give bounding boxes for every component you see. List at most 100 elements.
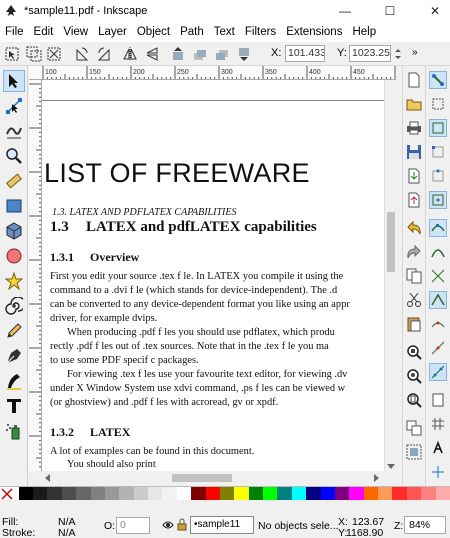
color-swatch[interactable] — [378, 487, 393, 501]
color-swatch[interactable] — [349, 487, 364, 501]
spiral-tool[interactable] — [3, 295, 25, 317]
minimize-button[interactable]: — — [330, 0, 360, 22]
subsection-1-title[interactable]: Overview — [90, 250, 139, 265]
color-swatch[interactable] — [363, 487, 379, 501]
text-tool[interactable] — [3, 395, 25, 417]
3d-box-tool[interactable] — [3, 220, 25, 242]
snap-object-centers-icon[interactable] — [429, 363, 447, 381]
cut-icon[interactable] — [405, 291, 423, 309]
maximize-button[interactable]: ☐ — [375, 0, 405, 22]
vertical-scroll-thumb[interactable] — [387, 212, 395, 272]
zoom-selection-icon[interactable] — [405, 343, 423, 361]
menu-edit[interactable]: Edit — [29, 26, 59, 38]
snap-text-baseline-icon[interactable] — [429, 439, 447, 457]
color-swatch[interactable] — [277, 487, 292, 501]
node-tool[interactable] — [3, 95, 25, 117]
print-icon[interactable] — [405, 119, 423, 137]
save-icon[interactable] — [405, 143, 423, 161]
ellipse-tool[interactable] — [3, 245, 25, 267]
subsection-1-number[interactable]: 1.3.1 — [50, 250, 74, 265]
menu-path[interactable]: Path — [175, 26, 209, 38]
color-swatch[interactable] — [320, 487, 335, 501]
new-document-icon[interactable] — [405, 71, 423, 89]
horizontal-ruler[interactable]: 100 150 200 250 300 350 400 450 — [29, 66, 396, 80]
paste-icon[interactable] — [405, 315, 423, 333]
snap-line-midpoints-icon[interactable] — [429, 339, 447, 357]
overflow-chevron-icon[interactable]: » — [412, 47, 418, 58]
snap-cusp-nodes-icon[interactable] — [429, 291, 447, 309]
color-swatch[interactable] — [47, 487, 62, 501]
paragraph-line[interactable]: rectly .pdf f les out of .tex sources. N… — [50, 341, 329, 352]
color-swatch[interactable] — [306, 487, 321, 501]
flip-vertical-icon[interactable] — [144, 46, 160, 62]
snap-midpoints-icon[interactable] — [429, 167, 447, 185]
paragraph-line[interactable]: For viewing .tex f les use your favourit… — [67, 369, 347, 380]
menu-layer[interactable]: Layer — [93, 26, 132, 38]
selector-tool[interactable] — [3, 70, 25, 92]
snap-intersections-icon[interactable] — [429, 267, 447, 285]
vertical-scrollbar[interactable] — [384, 80, 396, 471]
color-swatch[interactable] — [219, 487, 235, 501]
color-swatch[interactable] — [90, 487, 105, 501]
color-swatch[interactable] — [18, 487, 34, 501]
menu-view[interactable]: View — [58, 26, 93, 38]
color-swatch[interactable] — [104, 487, 120, 501]
zoom-page-icon[interactable] — [405, 391, 423, 409]
snap-bbox-corners-icon[interactable] — [429, 143, 447, 161]
zoom-input[interactable]: 84% — [404, 516, 446, 534]
color-swatch[interactable] — [76, 487, 91, 501]
stroke-value[interactable]: N/A — [58, 527, 76, 538]
copy-icon[interactable] — [405, 267, 423, 285]
eye-icon[interactable] — [162, 519, 174, 531]
snap-nodes-icon[interactable] — [429, 219, 447, 237]
group-icon[interactable] — [405, 443, 423, 461]
horizontal-scrollbar[interactable] — [42, 471, 384, 485]
redo-icon[interactable] — [405, 243, 423, 261]
color-swatch[interactable] — [33, 487, 48, 501]
color-swatch[interactable] — [435, 487, 450, 501]
color-swatch[interactable] — [133, 487, 149, 501]
drawing-canvas[interactable]: LIST OF FREEWARE 1.3. LATEX AND PDFLATEX… — [42, 80, 384, 471]
export-icon[interactable] — [405, 191, 423, 209]
menu-file[interactable]: File — [0, 26, 29, 38]
lower-icon[interactable] — [214, 46, 230, 62]
color-swatch[interactable] — [191, 487, 206, 501]
close-button[interactable]: ✕ — [420, 0, 450, 22]
color-swatch[interactable] — [205, 487, 220, 501]
x-coordinate-input[interactable]: 101.433 — [285, 45, 325, 62]
color-swatch[interactable] — [248, 487, 264, 501]
duplicate-icon[interactable] — [405, 419, 423, 437]
vertical-ruler[interactable] — [29, 80, 42, 471]
menu-extensions[interactable]: Extensions — [281, 26, 347, 38]
snap-grids-icon[interactable] — [429, 415, 447, 433]
pen-tool[interactable] — [3, 345, 25, 367]
current-layer-dropdown[interactable]: •sample11 — [190, 516, 254, 534]
document-heading[interactable]: LIST OF FREEWARE — [44, 158, 310, 189]
spray-tool[interactable] — [3, 420, 25, 442]
import-icon[interactable] — [405, 167, 423, 185]
tweak-tool[interactable] — [3, 120, 25, 142]
color-swatch[interactable] — [119, 487, 134, 501]
color-swatch[interactable] — [263, 487, 278, 501]
paragraph-line[interactable]: First you edit your source .tex f le. In… — [50, 271, 343, 282]
color-swatch[interactable] — [176, 487, 192, 501]
snap-guides-icon[interactable] — [429, 463, 447, 481]
color-swatch[interactable] — [406, 487, 422, 501]
scroll-left-arrow-icon[interactable] — [44, 474, 52, 482]
color-swatch[interactable] — [334, 487, 350, 501]
subsection-2-title[interactable]: LATEX — [90, 425, 130, 440]
zoom-tool[interactable] — [3, 145, 25, 167]
enable-snapping-icon[interactable] — [429, 71, 447, 89]
flip-horizontal-icon[interactable] — [122, 46, 138, 62]
paragraph-line[interactable]: (or ghostview) and .pdf f les with acror… — [50, 397, 278, 408]
zoom-drawing-icon[interactable] — [405, 367, 423, 385]
color-palette[interactable] — [0, 486, 450, 501]
snap-page-border-icon[interactable] — [429, 391, 447, 409]
subsection-2-number[interactable]: 1.3.2 — [50, 425, 74, 440]
lower-to-bottom-icon[interactable] — [236, 46, 252, 62]
color-swatch[interactable] — [148, 487, 163, 501]
menu-filters[interactable]: Filters — [240, 26, 281, 38]
paragraph-line[interactable]: When producing .pdf f les you should use… — [67, 327, 335, 338]
no-paint-swatch[interactable] — [0, 487, 19, 501]
paragraph-line[interactable]: to use some PDF specif c packages. — [50, 355, 199, 366]
